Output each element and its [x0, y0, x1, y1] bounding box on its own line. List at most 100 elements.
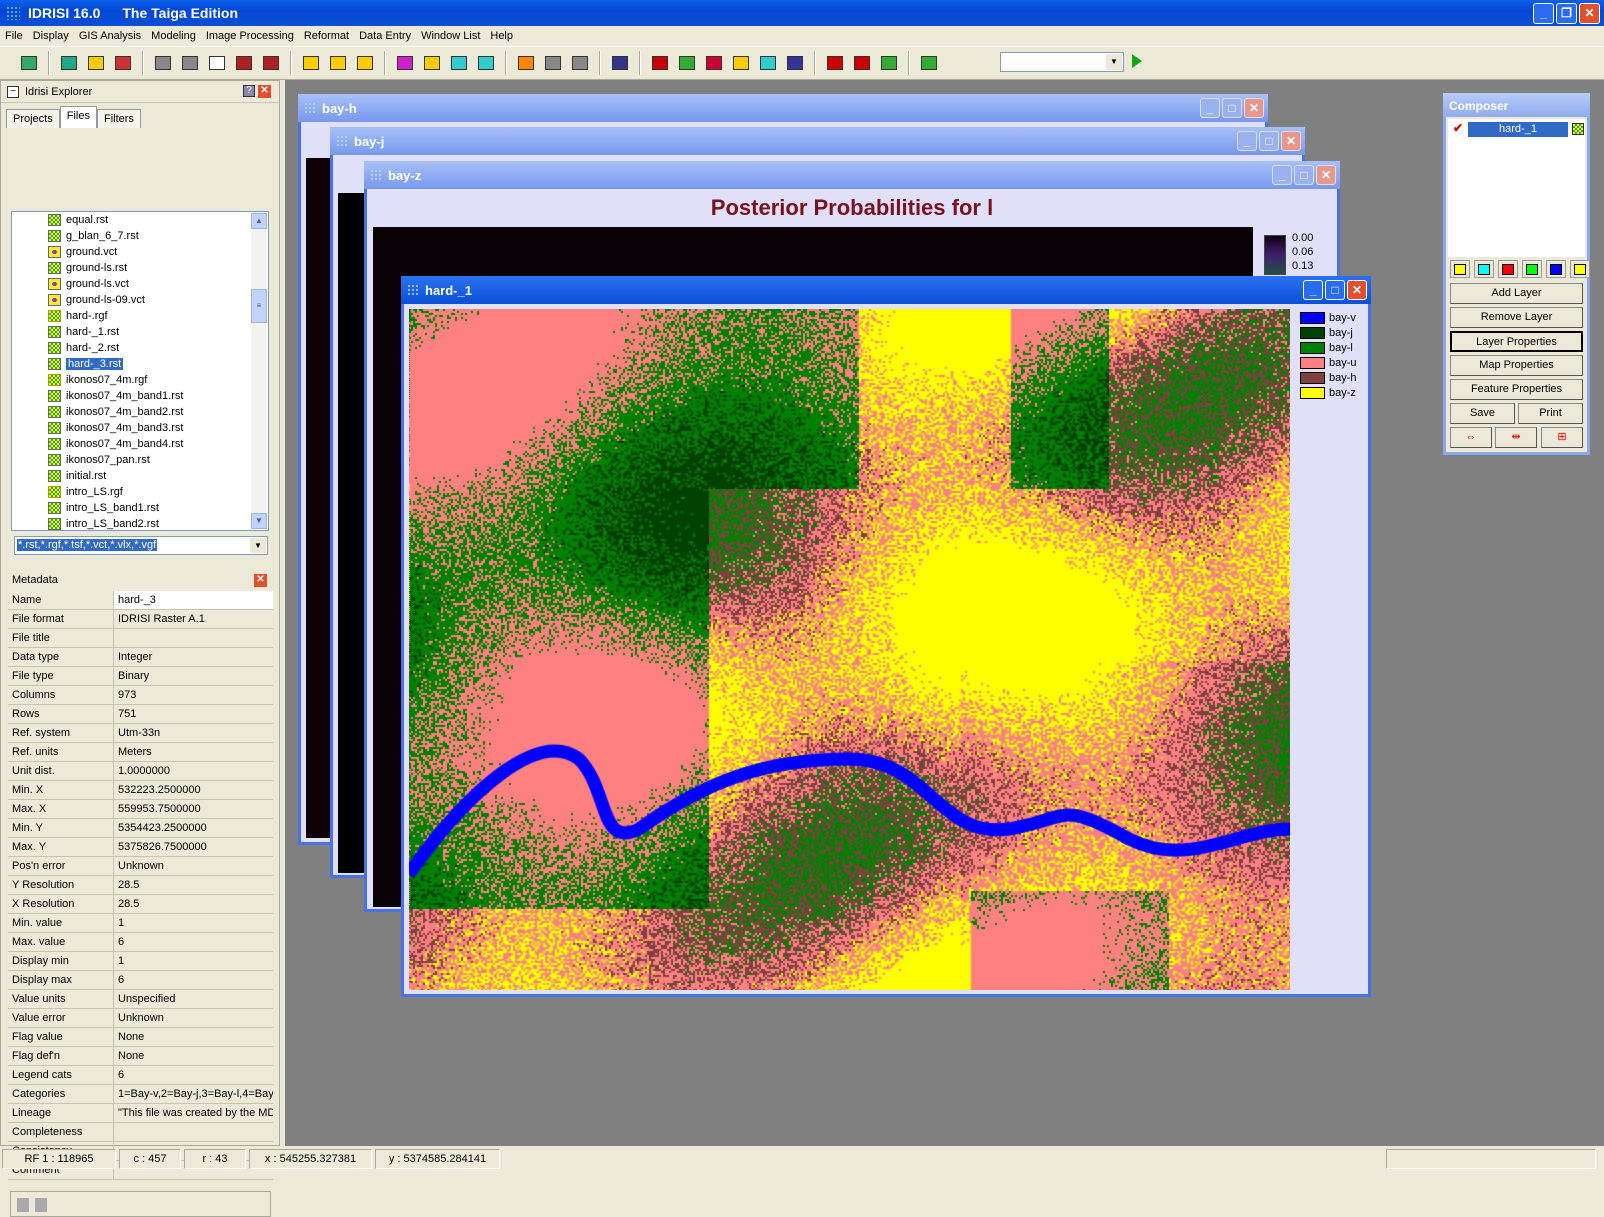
- close-button[interactable]: ✕: [1281, 131, 1301, 151]
- menu-display[interactable]: Display: [28, 30, 74, 42]
- toolbar-combo[interactable]: ▼: [1000, 52, 1124, 72]
- close-button[interactable]: ✕: [1579, 3, 1600, 24]
- metadata-value[interactable]: Unknown: [114, 857, 273, 875]
- menu-window-list[interactable]: Window List: [416, 30, 485, 42]
- file-item[interactable]: ikonos07_4m_band1.rst: [12, 388, 268, 404]
- target-icon[interactable]: [515, 52, 537, 74]
- metadata-value[interactable]: None: [114, 1028, 273, 1046]
- metadata-value[interactable]: Unspecified: [114, 990, 273, 1008]
- save-button[interactable]: Save: [1450, 403, 1515, 424]
- file-item[interactable]: ground-ls.vct: [12, 276, 268, 292]
- close-button[interactable]: ✕: [1316, 165, 1336, 185]
- metadata-value[interactable]: 1=Bay-v,2=Bay-j,3=Bay-l,4=Bay-u: [114, 1085, 273, 1103]
- file-item[interactable]: hard-_1.rst: [12, 324, 268, 340]
- cut-icon[interactable]: [542, 52, 564, 74]
- scroll-up-icon[interactable]: ▲: [251, 213, 267, 229]
- menu-modeling[interactable]: Modeling: [146, 30, 201, 42]
- close-icon[interactable]: ✕: [254, 573, 267, 587]
- metadata-value[interactable]: 6: [114, 933, 273, 951]
- metadata-value[interactable]: 751: [114, 705, 273, 723]
- close-icon[interactable]: ✕: [258, 85, 271, 98]
- layer-color-button[interactable]: [1522, 260, 1542, 278]
- file-item[interactable]: initial.rst: [12, 468, 268, 484]
- metadata-value[interactable]: Meters: [114, 743, 273, 761]
- file-item[interactable]: intro_LS_band1.rst: [12, 500, 268, 516]
- maximize-button[interactable]: □: [1294, 165, 1314, 185]
- minimize-button[interactable]: _: [1303, 280, 1323, 300]
- file-item[interactable]: ikonos07_4m_band3.rst: [12, 420, 268, 436]
- metadata-value[interactable]: 6: [114, 1066, 273, 1084]
- metadata-value[interactable]: 532223.2500000: [114, 781, 273, 799]
- zoom-window-icon[interactable]: [206, 52, 228, 74]
- file-item[interactable]: equal.rst: [12, 212, 268, 228]
- feature-properties-icon[interactable]: [354, 52, 376, 74]
- layer-color-button[interactable]: [1450, 260, 1470, 278]
- scroll-thumb[interactable]: ≡: [251, 289, 267, 323]
- tab-projects[interactable]: Projects: [6, 109, 60, 128]
- layer-item[interactable]: hard-_1: [1468, 122, 1568, 137]
- previous-extent-icon[interactable]: [260, 52, 282, 74]
- tab-filters[interactable]: Filters: [96, 109, 141, 128]
- file-item[interactable]: ground.vct: [12, 244, 268, 260]
- calculator-icon[interactable]: [757, 52, 779, 74]
- document-icon[interactable]: [35, 1198, 47, 1212]
- file-list-scrollbar[interactable]: ▲ ≡ ▼: [251, 213, 267, 529]
- zoom-out-icon[interactable]: [179, 52, 201, 74]
- metadata-value[interactable]: Integer: [114, 648, 273, 666]
- open-project-icon[interactable]: [18, 52, 40, 74]
- zoom-in-icon[interactable]: [152, 52, 174, 74]
- pan-horizontal-icon[interactable]: ⇔: [1450, 427, 1492, 448]
- chevron-down-icon[interactable]: ▼: [250, 538, 266, 553]
- collapse-icon[interactable]: −: [7, 85, 19, 98]
- layer-color-button[interactable]: [1498, 260, 1518, 278]
- link-icon[interactable]: [327, 52, 349, 74]
- file-item[interactable]: ground-ls-09.vct: [12, 292, 268, 308]
- metadata-value[interactable]: Binary: [114, 667, 273, 685]
- file-item[interactable]: ground-ls.rst: [12, 260, 268, 276]
- display-map-icon[interactable]: [58, 52, 80, 74]
- metadata-value[interactable]: 28.5: [114, 876, 273, 894]
- fit-extent-icon[interactable]: ⊞: [1541, 427, 1583, 448]
- metadata-value[interactable]: 559953.7500000: [114, 800, 273, 818]
- maximize-button[interactable]: □: [1325, 280, 1345, 300]
- composite-icon[interactable]: [112, 52, 134, 74]
- metadata-value[interactable]: 1.0000000: [114, 762, 273, 780]
- split-pan-icon[interactable]: ⇹: [1495, 427, 1537, 448]
- menu-data-entry[interactable]: Data Entry: [354, 30, 416, 42]
- metadata-value[interactable]: 973: [114, 686, 273, 704]
- checkmark-icon[interactable]: ✔: [1453, 121, 1463, 135]
- minimize-button[interactable]: _: [1533, 3, 1554, 24]
- file-filter-select[interactable]: *.rst,*.rgf,*.tsf,*.vct,*.vlx,*.vgf ▼: [14, 536, 268, 555]
- close-button[interactable]: ✕: [1244, 98, 1264, 118]
- close-button[interactable]: ✕: [1347, 280, 1367, 300]
- list-icon[interactable]: [784, 52, 806, 74]
- metadata-value[interactable]: [114, 629, 273, 647]
- minimize-button[interactable]: _: [1237, 131, 1257, 151]
- metadata-value[interactable]: "This file was created by the MD: [114, 1104, 273, 1122]
- map-properties-button[interactable]: Map Properties: [1450, 355, 1583, 376]
- wave-icon[interactable]: [918, 52, 940, 74]
- menu-reformat[interactable]: Reformat: [299, 30, 354, 42]
- metadata-value[interactable]: IDRISI Raster A.1: [114, 610, 273, 628]
- menu-help[interactable]: Help: [485, 30, 518, 42]
- add-layer-button[interactable]: Add Layer: [1450, 283, 1583, 304]
- run-icon[interactable]: [1132, 54, 1142, 68]
- menu-gis-analysis[interactable]: GIS Analysis: [74, 30, 146, 42]
- menu-image-processing[interactable]: Image Processing: [201, 30, 299, 42]
- metadata-value[interactable]: [114, 1123, 273, 1141]
- maximize-button[interactable]: □: [1259, 131, 1279, 151]
- metadata-value[interactable]: 6: [114, 971, 273, 989]
- layer-color-button[interactable]: [1546, 260, 1566, 278]
- metadata-value[interactable]: 5375826.7500000: [114, 838, 273, 856]
- metadata-value[interactable]: 28.5: [114, 895, 273, 913]
- metadata-value[interactable]: Utm-33n: [114, 724, 273, 742]
- export-icon[interactable]: [703, 52, 725, 74]
- table-icon[interactable]: [730, 52, 752, 74]
- print-button[interactable]: Print: [1518, 403, 1583, 424]
- file-item[interactable]: ikonos07_pan.rst: [12, 452, 268, 468]
- minimize-button[interactable]: _: [1200, 98, 1220, 118]
- histogram-icon[interactable]: [649, 52, 671, 74]
- center-icon[interactable]: [475, 52, 497, 74]
- metadata-value[interactable]: 5354423.2500000: [114, 819, 273, 837]
- file-item[interactable]: ikonos07_4m.rgf: [12, 372, 268, 388]
